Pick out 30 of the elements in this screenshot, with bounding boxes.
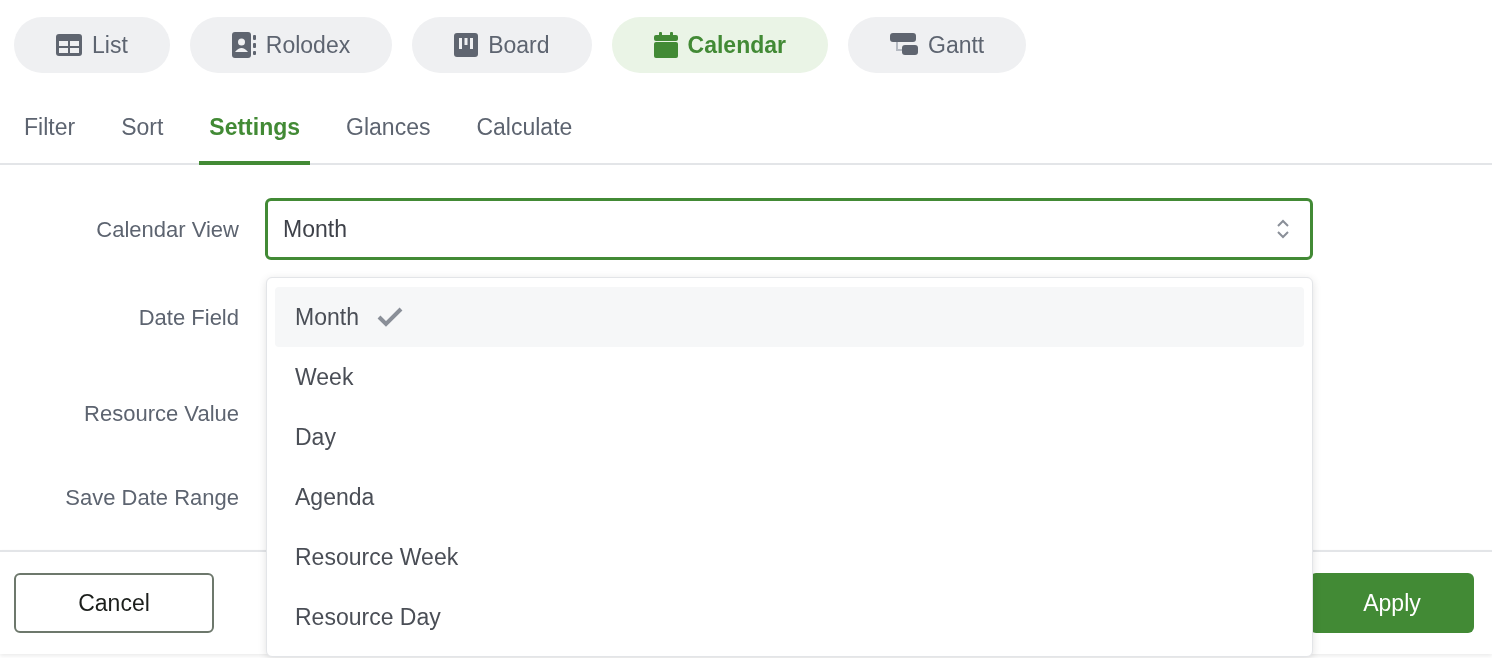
settings-tab[interactable]: Settings xyxy=(199,100,311,165)
dropdown-option[interactable]: Day xyxy=(275,407,1304,467)
view-tab[interactable]: List xyxy=(14,17,170,73)
calendar-icon xyxy=(653,32,678,58)
apply-button[interactable]: Apply xyxy=(1310,573,1474,633)
field-label: Date Field xyxy=(137,303,240,332)
table-icon xyxy=(56,34,82,56)
calendar-view-select[interactable]: Month xyxy=(265,198,1313,260)
field-label: Resource Value xyxy=(83,399,240,428)
checkmark-icon xyxy=(376,307,403,327)
dropdown-option[interactable]: Month xyxy=(275,287,1304,347)
settings-tab[interactable]: Sort xyxy=(111,100,174,165)
dropdown-option[interactable]: Agenda xyxy=(275,467,1304,527)
view-tab[interactable]: Gantt xyxy=(848,17,1027,73)
dropdown-option[interactable]: Week xyxy=(275,347,1304,407)
contact-card-icon xyxy=(231,32,256,58)
view-tab[interactable]: Calendar xyxy=(611,17,828,73)
chevrons-icon xyxy=(1276,218,1290,240)
view-tab[interactable]: Board xyxy=(412,17,592,73)
kanban-icon xyxy=(454,33,479,57)
settings-tab[interactable]: Glances xyxy=(336,100,441,165)
dropdown-option[interactable]: Resource Week xyxy=(275,527,1304,587)
settings-tab[interactable]: Calculate xyxy=(466,100,583,165)
view-tab[interactable]: Rolodex xyxy=(189,17,393,73)
field-label: Save Date Range xyxy=(64,483,240,512)
gantt-icon xyxy=(890,33,918,57)
field-label: Calendar View xyxy=(95,215,240,244)
settings-tab[interactable]: Filter xyxy=(14,100,86,165)
cancel-button[interactable]: Cancel xyxy=(14,573,214,633)
dropdown-option[interactable]: Resource Day xyxy=(275,587,1304,647)
